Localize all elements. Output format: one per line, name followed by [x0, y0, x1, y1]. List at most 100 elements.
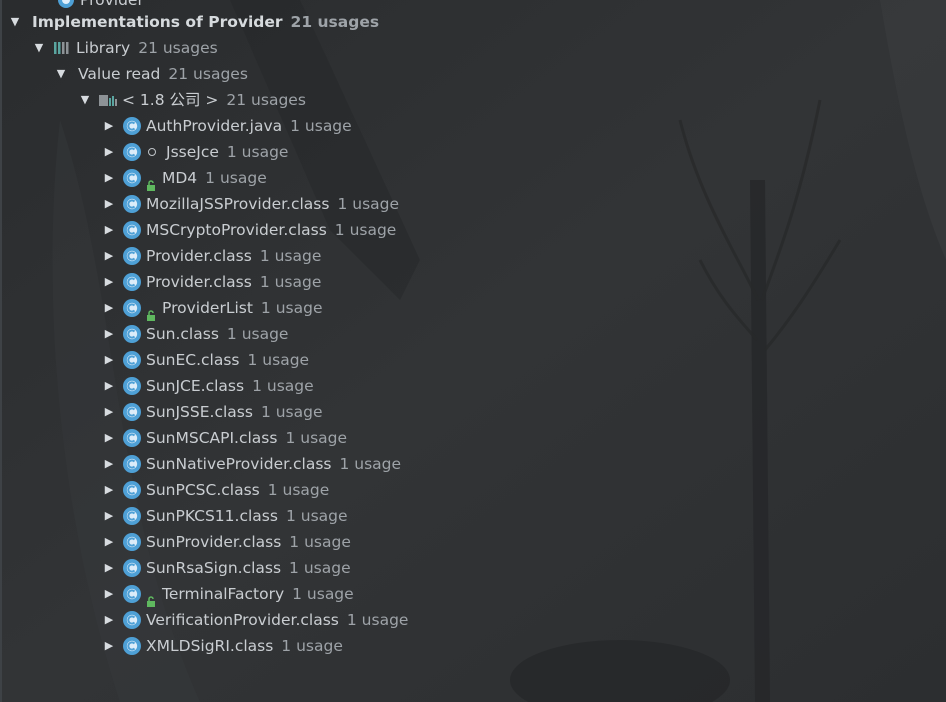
- collapsed-arrow-icon[interactable]: ▶: [100, 555, 118, 581]
- tree-row-count: 1 usage: [334, 221, 397, 239]
- root-count: 21 usages: [290, 13, 380, 31]
- collapsed-arrow-icon[interactable]: ▶: [100, 503, 118, 529]
- tree-row-label: Provider.class: [146, 273, 252, 291]
- tree-row-class[interactable]: ▶ MozillaJSSProvider.class 1 usage: [100, 191, 399, 217]
- tree-row-label: SunJSSE.class: [146, 403, 253, 421]
- class-file-icon: [122, 402, 142, 422]
- tree-row-class[interactable]: ▶ ProviderList 1 usage: [100, 295, 322, 321]
- class-file-icon: [122, 272, 142, 292]
- lock-icon: [146, 173, 156, 191]
- jdk-library-icon: [98, 90, 118, 110]
- package-private-icon: [148, 148, 156, 156]
- tree-row-class[interactable]: ▶ Provider.class 1 usage: [100, 269, 321, 295]
- expanded-arrow-icon[interactable]: ▼: [6, 9, 24, 35]
- tree-row-class[interactable]: ▶ XMLDSigRI.class 1 usage: [100, 633, 343, 659]
- tree-row-label: SunRsaSign.class: [146, 559, 282, 577]
- tree-row-count: 1 usage: [289, 533, 351, 551]
- collapsed-arrow-icon[interactable]: ▶: [100, 529, 118, 555]
- tree-row-count: 1 usage: [292, 585, 354, 603]
- collapsed-arrow-icon[interactable]: ▶: [100, 243, 118, 269]
- tree-row-class[interactable]: ▶ SunJSSE.class 1 usage: [100, 399, 323, 425]
- collapsed-arrow-icon[interactable]: ▶: [100, 607, 118, 633]
- tree-row-class[interactable]: ▶ SunPKCS11.class 1 usage: [100, 503, 348, 529]
- class-file-icon: [122, 246, 142, 266]
- tree-row-label: Provider.class: [146, 247, 252, 265]
- tree-row-count: 1 usage: [267, 481, 330, 499]
- collapsed-arrow-icon[interactable]: ▶: [100, 139, 118, 165]
- tree-row-count: 1 usage: [260, 299, 323, 317]
- tree-row-class[interactable]: ▶ AuthProvider.java 1 usage: [100, 113, 352, 139]
- tree-row-label: JsseJce: [166, 143, 219, 161]
- tree-row-count: 1 usage: [259, 273, 322, 291]
- collapsed-arrow-icon[interactable]: ▶: [100, 451, 118, 477]
- tree-row-label: MD4: [162, 169, 198, 187]
- library-label: Library: [76, 39, 131, 57]
- tree-row-count: 1 usage: [247, 351, 310, 369]
- expanded-arrow-icon[interactable]: ▼: [76, 87, 94, 113]
- collapsed-arrow-icon[interactable]: ▶: [100, 399, 118, 425]
- tree-row-class[interactable]: ▶ SunNativeProvider.class 1 usage: [100, 451, 401, 477]
- root-label: Implementations of Provider: [32, 13, 283, 31]
- class-file-icon: [122, 142, 142, 162]
- tree-row-label: SunMSCAPI.class: [146, 429, 278, 447]
- tree-row-class[interactable]: ▶ SunProvider.class 1 usage: [100, 529, 351, 555]
- tree-row-class[interactable]: ▶ SunRsaSign.class 1 usage: [100, 555, 351, 581]
- jdk-count: 21 usages: [226, 91, 306, 109]
- tree-row-label: ProviderList: [162, 299, 253, 317]
- tree-row-class[interactable]: ▶ SunJCE.class 1 usage: [100, 373, 314, 399]
- tree-row-count: 1 usage: [252, 377, 314, 395]
- tree-row-label: AuthProvider.java: [146, 117, 283, 135]
- tree-row-label: MSCryptoProvider.class: [146, 221, 327, 239]
- collapsed-arrow-icon[interactable]: ▶: [100, 191, 118, 217]
- collapsed-arrow-icon[interactable]: ▶: [100, 165, 118, 191]
- tree-row-count: 1 usage: [205, 169, 267, 187]
- tree-row-label: SunProvider.class: [146, 533, 282, 551]
- tree-row-class[interactable]: ▶ VerificationProvider.class 1 usage: [100, 607, 408, 633]
- lock-icon: [146, 303, 156, 321]
- collapsed-arrow-icon[interactable]: ▶: [100, 321, 118, 347]
- tree-row-count: 1 usage: [346, 611, 409, 629]
- collapsed-arrow-icon[interactable]: ▶: [100, 477, 118, 503]
- tree-row-label: SunPCSC.class: [146, 481, 260, 499]
- tree-root[interactable]: ▼ Implementations of Provider 21 usages: [6, 9, 379, 35]
- tree-row-count: 1 usage: [259, 247, 322, 265]
- class-file-icon: [122, 116, 142, 136]
- tree-row-class[interactable]: ▶ MSCryptoProvider.class 1 usage: [100, 217, 396, 243]
- collapsed-arrow-icon[interactable]: ▶: [100, 217, 118, 243]
- class-file-icon: [122, 168, 142, 188]
- tree-row-count: 1 usage: [337, 195, 400, 213]
- collapsed-arrow-icon[interactable]: ▶: [100, 347, 118, 373]
- tree-row-class[interactable]: ▶ SunMSCAPI.class 1 usage: [100, 425, 347, 451]
- tree-row-label: VerificationProvider.class: [146, 611, 339, 629]
- tree-row-count: 1 usage: [281, 637, 343, 655]
- expanded-arrow-icon[interactable]: ▼: [52, 61, 70, 87]
- tree-row-label: SunEC.class: [146, 351, 240, 369]
- tree-row-count: 1 usage: [290, 117, 352, 135]
- class-file-icon: [122, 324, 142, 344]
- collapsed-arrow-icon[interactable]: ▶: [100, 633, 118, 659]
- tree-row-class[interactable]: ▶ TerminalFactory 1 usage: [100, 581, 354, 607]
- collapsed-arrow-icon[interactable]: ▶: [100, 113, 118, 139]
- tree-row-class[interactable]: ▶ SunPCSC.class 1 usage: [100, 477, 329, 503]
- tree-row-class[interactable]: ▶ JsseJce 1 usage: [100, 139, 288, 165]
- tree-row-class[interactable]: ▶ MD4 1 usage: [100, 165, 267, 191]
- class-file-icon: [122, 506, 142, 526]
- class-file-icon: [122, 376, 142, 396]
- tree-node-jdk[interactable]: ▼ < 1.8 公司 > 21 usages: [76, 87, 306, 113]
- tree-row-count: 1 usage: [260, 403, 323, 421]
- tree-row-class[interactable]: ▶ SunEC.class 1 usage: [100, 347, 309, 373]
- tree-node-value-read[interactable]: ▼ Value read 21 usages: [52, 61, 248, 87]
- collapsed-arrow-icon[interactable]: ▶: [100, 581, 118, 607]
- collapsed-arrow-icon[interactable]: ▶: [100, 269, 118, 295]
- class-file-icon: [122, 194, 142, 214]
- tree-row-class[interactable]: ▶ Sun.class 1 usage: [100, 321, 288, 347]
- tree-node-library[interactable]: ▼ Library 21 usages: [30, 35, 218, 61]
- tree-row-class[interactable]: ▶ Provider.class 1 usage: [100, 243, 321, 269]
- collapsed-arrow-icon[interactable]: ▶: [100, 373, 118, 399]
- expanded-arrow-icon[interactable]: ▼: [30, 35, 48, 61]
- collapsed-arrow-icon[interactable]: ▶: [100, 425, 118, 451]
- collapsed-arrow-icon[interactable]: ▶: [100, 295, 118, 321]
- value-read-label: Value read: [78, 65, 161, 83]
- usages-tree: Provider ▼ Implementations of Provider 2…: [0, 0, 946, 702]
- tree-row-label: XMLDSigRI.class: [146, 637, 274, 655]
